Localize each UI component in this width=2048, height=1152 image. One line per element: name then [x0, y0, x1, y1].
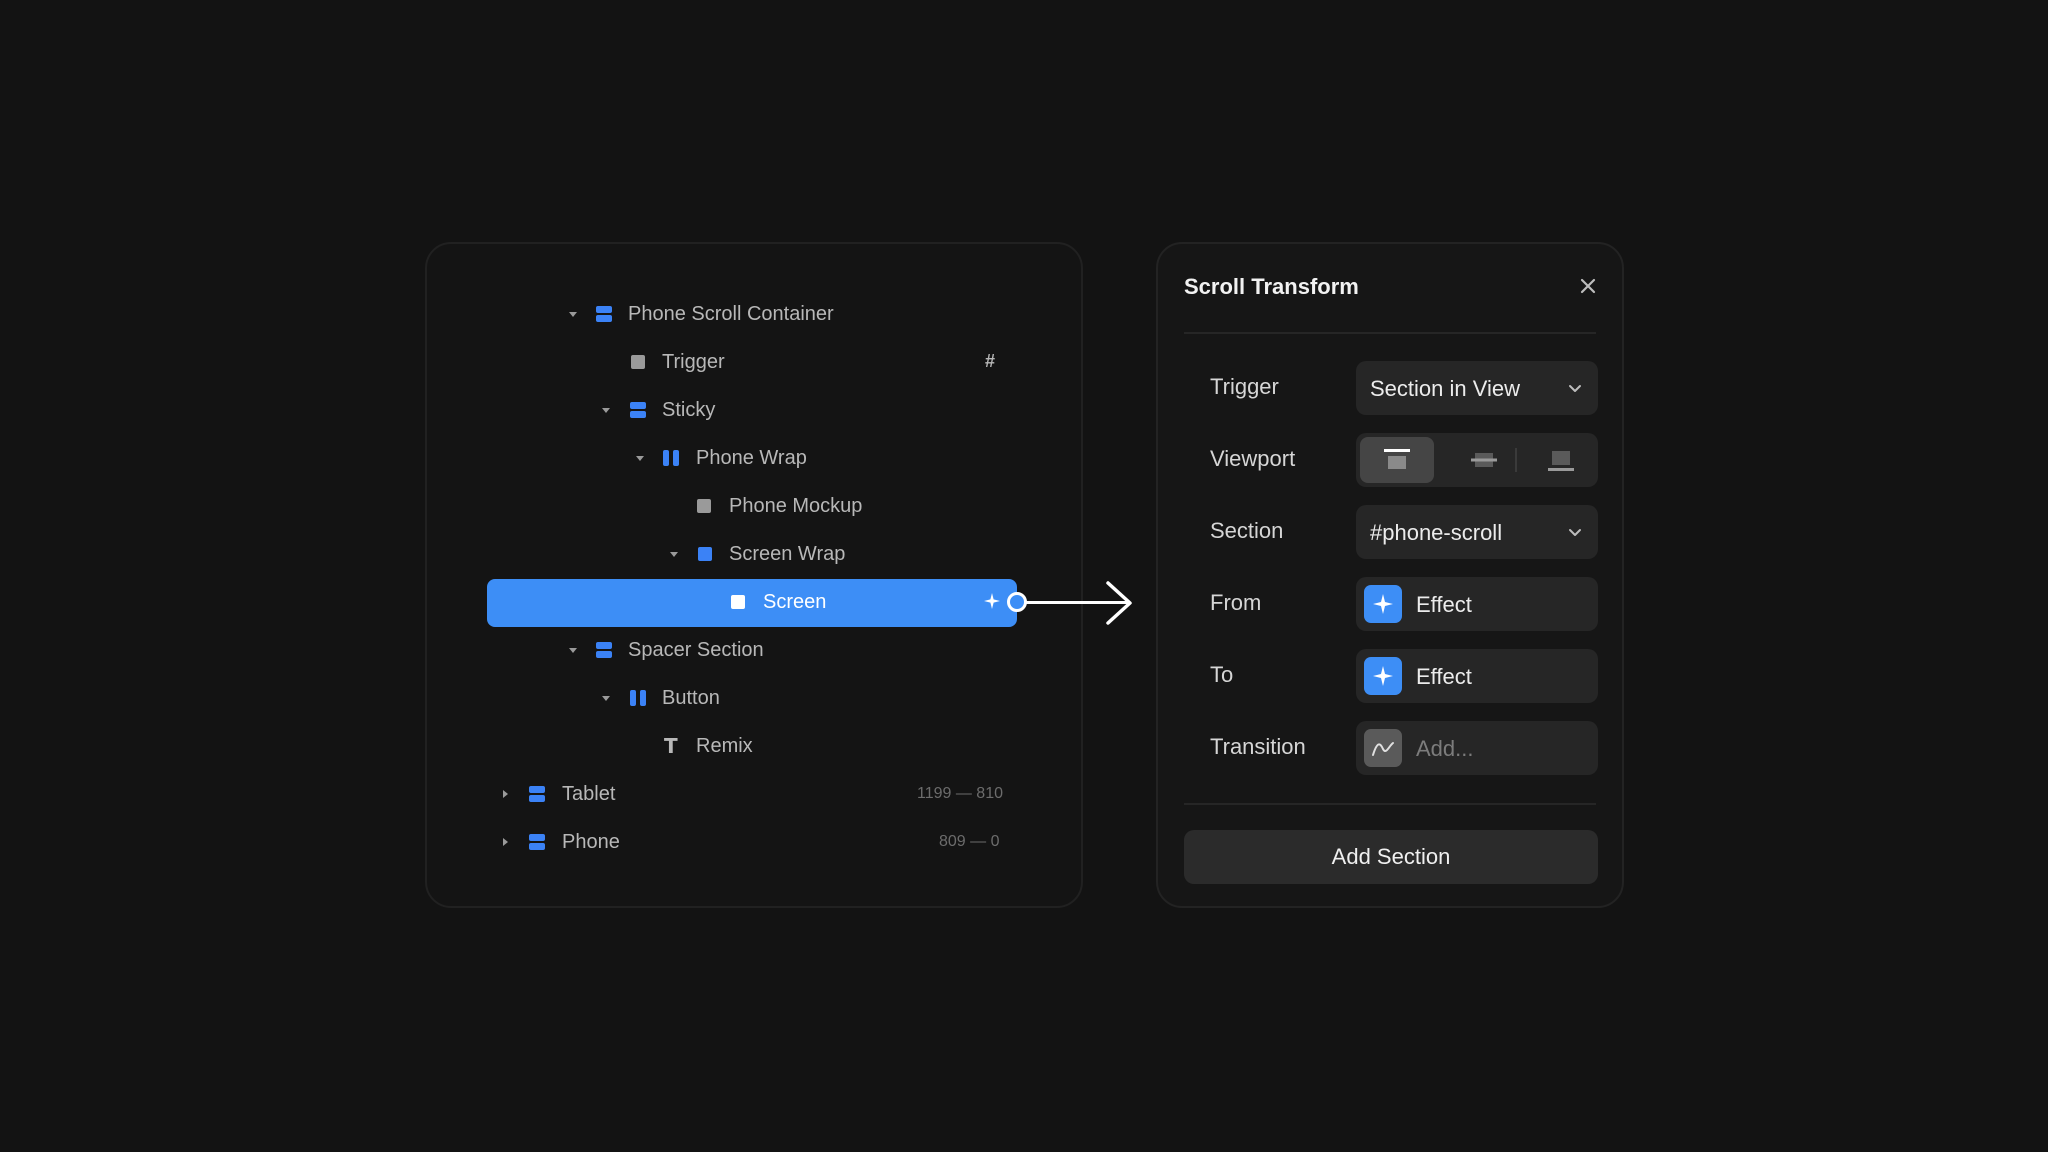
- columns-layout-icon: [663, 450, 679, 466]
- frame-icon: [731, 595, 745, 609]
- to-chip: [1364, 657, 1402, 695]
- transition-label: Transition: [1210, 734, 1306, 759]
- connector-dot: [1007, 592, 1027, 612]
- caret-down-icon[interactable]: [636, 456, 644, 461]
- chevron-down-icon: [1569, 385, 1581, 392]
- caret-down-icon[interactable]: [670, 552, 678, 557]
- to-value: Effect: [1416, 664, 1472, 689]
- divider: [1184, 332, 1596, 334]
- panel-title: Scroll Transform: [1184, 274, 1359, 299]
- viewport-segmented-control: [1356, 433, 1598, 487]
- section-label: Section: [1210, 518, 1284, 543]
- layer-label: Phone Mockup: [729, 495, 863, 517]
- sparkle-icon: [1373, 666, 1393, 686]
- section-value: #phone-scroll: [1370, 520, 1503, 545]
- frame-icon: [697, 499, 711, 513]
- frame-icon: [698, 547, 712, 561]
- viewport-option-center[interactable]: [1452, 437, 1516, 483]
- caret-down-icon[interactable]: [602, 696, 610, 701]
- layer-label: Screen Wrap: [729, 543, 846, 565]
- stack-layout-icon: [529, 786, 545, 802]
- trigger-select[interactable]: Section in View: [1356, 361, 1598, 415]
- layer-label: Phone Wrap: [696, 447, 807, 469]
- add-section-button[interactable]: Add Section: [1184, 830, 1598, 884]
- layer-label: Trigger: [662, 351, 725, 373]
- caret-down-icon[interactable]: [602, 408, 610, 413]
- to-effect-field[interactable]: Effect: [1356, 649, 1598, 703]
- chevron-down-icon: [1569, 529, 1581, 536]
- sparkle-icon[interactable]: [984, 593, 1000, 609]
- transition-placeholder: Add...: [1416, 736, 1474, 761]
- align-center-icon: [1471, 453, 1497, 467]
- layer-label: Remix: [696, 735, 753, 757]
- curve-icon: [1372, 742, 1394, 756]
- close-icon[interactable]: [1578, 276, 1598, 296]
- from-effect-field[interactable]: Effect: [1356, 577, 1598, 631]
- text-layer-icon: T: [664, 734, 678, 758]
- viewport-option-top[interactable]: [1360, 437, 1434, 483]
- layer-label: Sticky: [662, 399, 716, 421]
- scroll-transform-panel: Scroll Transform Trigger Section in View…: [1156, 242, 1624, 908]
- divider: [1184, 803, 1596, 805]
- from-chip: [1364, 585, 1402, 623]
- trigger-label: Trigger: [1210, 374, 1279, 399]
- section-select[interactable]: #phone-scroll: [1356, 505, 1598, 559]
- layers-panel: [425, 242, 1083, 908]
- segment-divider: [1515, 448, 1517, 472]
- trigger-value: Section in View: [1370, 376, 1521, 401]
- caret-right-icon[interactable]: [503, 838, 508, 846]
- stack-layout-icon: [596, 306, 612, 322]
- caret-down-icon[interactable]: [569, 648, 577, 653]
- frame-icon: [631, 355, 645, 369]
- from-label: From: [1210, 590, 1262, 615]
- stack-layout-icon: [630, 402, 646, 418]
- align-top-icon: [1384, 449, 1410, 469]
- viewport-label: Viewport: [1210, 446, 1296, 471]
- viewport-option-bottom[interactable]: [1528, 437, 1594, 483]
- breakpoint-range: 1199 — 810: [917, 785, 1003, 802]
- align-bottom-icon: [1548, 451, 1574, 471]
- caret-right-icon[interactable]: [503, 790, 508, 798]
- breakpoint-range: 809 — 0: [939, 833, 1000, 850]
- transition-field[interactable]: Add...: [1356, 721, 1598, 775]
- layer-row-selected-highlight[interactable]: [487, 579, 1017, 627]
- caret-down-icon[interactable]: [569, 312, 577, 317]
- transition-chip: [1364, 729, 1402, 767]
- stack-layout-icon: [596, 642, 612, 658]
- columns-layout-icon: [630, 690, 646, 706]
- layer-label: Phone: [562, 831, 620, 853]
- sparkle-icon: [1373, 594, 1393, 614]
- to-label: To: [1210, 662, 1234, 687]
- stack-layout-icon: [529, 834, 545, 850]
- layer-label: Spacer Section: [628, 639, 764, 661]
- arrow-right-icon: [1106, 581, 1132, 625]
- layer-label: Button: [662, 687, 720, 709]
- layer-label: Tablet: [562, 783, 616, 805]
- layer-label: Phone Scroll Container: [628, 303, 834, 325]
- layer-label: Screen: [763, 591, 827, 613]
- hash-icon: #: [985, 351, 996, 371]
- from-value: Effect: [1416, 592, 1472, 617]
